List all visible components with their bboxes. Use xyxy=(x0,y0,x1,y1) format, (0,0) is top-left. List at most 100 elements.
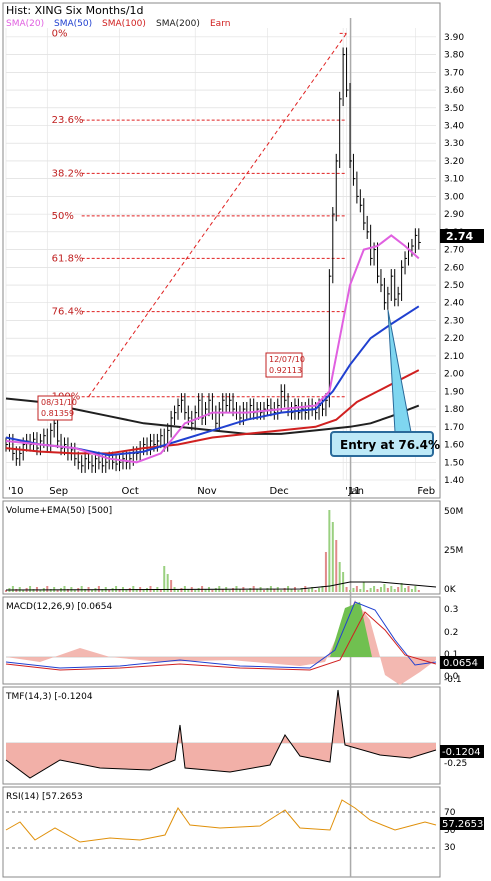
volume-bar-102 xyxy=(355,586,358,592)
note-box-1: 08/31/10 0.81359 xyxy=(37,395,77,421)
x-tick-label-6: Jan xyxy=(348,486,364,497)
volume-bar-110 xyxy=(383,584,386,592)
volume-bar-27 xyxy=(97,586,100,592)
y-tick-label-1: 1.50 xyxy=(444,458,464,468)
x-tick-label-1: Sep xyxy=(49,486,68,497)
volume-panel-title: Volume+EMA(50) [500] xyxy=(6,506,112,516)
volume-bar-48 xyxy=(170,580,173,592)
volume-bar-2 xyxy=(11,586,14,592)
y-tick-label-20: 3.40 xyxy=(444,121,464,131)
volume-bar-88 xyxy=(307,589,310,592)
y-tick-label-22: 3.60 xyxy=(444,86,464,96)
volume-bar-37 xyxy=(132,586,135,592)
volume-bar-60 xyxy=(211,590,214,592)
y-tick-label-12: 2.60 xyxy=(444,263,464,273)
volume-bar-42 xyxy=(149,586,152,592)
stock-chart: 1.40 1.50 1.60 1.70 1.80 1.90 2.00 2.10 2.20 2.30… xyxy=(2,2,484,878)
volume-bar-95 xyxy=(331,522,334,592)
volume-bar-112 xyxy=(390,586,393,592)
fib-label-5: 76.4% xyxy=(52,307,84,318)
volume-bar-7 xyxy=(29,586,32,592)
volume-bar-109 xyxy=(379,587,382,592)
volume-bar-71 xyxy=(249,588,252,592)
y-tick-label-16: 3.00 xyxy=(444,192,464,202)
volume-bar-70 xyxy=(245,590,248,592)
volume-bar-111 xyxy=(386,588,389,592)
fib-label-0: 0% xyxy=(52,28,68,39)
volume-bar-104 xyxy=(362,582,365,592)
volume-bar-61 xyxy=(214,588,217,592)
volume-axis-label-1: 25M xyxy=(444,546,463,556)
volume-bar-101 xyxy=(352,588,355,592)
volume-bar-30 xyxy=(108,590,111,592)
chart-stage: 1.40 1.50 1.60 1.70 1.80 1.90 2.00 2.10 2.20 2.30… xyxy=(0,0,491,881)
x-tick-label-3: Nov xyxy=(197,486,217,497)
macd-axis-label-0: 0.3 xyxy=(444,605,458,615)
volume-bar-65 xyxy=(228,590,231,592)
volume-bar-103 xyxy=(359,589,362,592)
volume-bar-108 xyxy=(376,589,379,592)
x-tick-label-0: '10 xyxy=(8,486,23,497)
x-tick-label-4: Dec xyxy=(269,486,288,497)
volume-bar-12 xyxy=(46,586,49,592)
volume-bar-85 xyxy=(297,590,300,592)
y-tick-label-24: 3.80 xyxy=(444,51,464,61)
volume-bar-97 xyxy=(338,562,341,592)
volume-bar-113 xyxy=(393,589,396,592)
entry-callout-text: Entry at 76.4% xyxy=(340,438,440,452)
volume-bar-119 xyxy=(414,586,417,592)
volume-bar-99 xyxy=(345,587,348,592)
volume-bar-35 xyxy=(125,590,128,592)
volume-bar-76 xyxy=(266,588,269,592)
macd-last-value: 0.0654 xyxy=(443,658,478,669)
y-tick-label-11: 2.50 xyxy=(444,281,464,291)
volume-bar-56 xyxy=(197,588,200,592)
volume-bar-94 xyxy=(328,510,331,592)
note-2-value: 0.92113 xyxy=(269,366,302,375)
y-tick-label-19: 3.30 xyxy=(444,139,464,149)
y-tick-label-10: 2.40 xyxy=(444,299,464,309)
tmf-last-value: -0.1204 xyxy=(442,747,481,758)
volume-bar-91 xyxy=(318,588,321,592)
volume-bar-22 xyxy=(80,586,83,592)
rsi-axis-label-2: 30 xyxy=(444,843,456,853)
last-price-value: 2.74 xyxy=(446,230,473,243)
y-tick-label-8: 2.20 xyxy=(444,334,464,344)
volume-bar-51 xyxy=(180,588,183,592)
y-tick-label-13: 2.70 xyxy=(444,246,464,256)
legend-item-4: Earn xyxy=(210,19,230,29)
y-tick-label-25: 3.90 xyxy=(444,33,464,43)
x-tick-label-2: Oct xyxy=(122,486,139,497)
last-price-badge: 2.74 xyxy=(440,229,484,243)
y-tick-label-18: 3.20 xyxy=(444,157,464,167)
volume-bar-46 xyxy=(163,566,166,592)
note-1-date: 08/31/10 xyxy=(41,398,77,407)
volume-bar-40 xyxy=(142,590,145,592)
fib-label-1: 23.6% xyxy=(52,115,84,126)
volume-bar-118 xyxy=(410,589,413,592)
y-tick-label-4: 1.80 xyxy=(444,405,464,415)
volume-bar-45 xyxy=(159,590,162,592)
fib-label-3: 50% xyxy=(52,211,74,222)
volume-bar-98 xyxy=(342,572,345,592)
volume-bar-80 xyxy=(280,590,283,592)
price-y-axis: 1.40 1.50 1.60 1.70 1.80 1.90 2.00 2.10 2.20 2.30… xyxy=(444,33,464,486)
volume-bar-116 xyxy=(404,588,407,592)
y-tick-label-21: 3.50 xyxy=(444,104,464,114)
volume-axis-label-0: 50M xyxy=(444,507,463,517)
rsi-panel-title: RSI(14) [57.2653 xyxy=(6,792,83,802)
macd-panel-title: MACD(12,26,9) [0.0654 xyxy=(6,602,112,612)
legend-item-2: SMA(100) xyxy=(102,19,146,29)
volume-bar-3 xyxy=(15,589,18,592)
volume-axis-label-2: 0K xyxy=(444,585,457,595)
y-tick-label-6: 2.00 xyxy=(444,370,464,380)
volume-bar-32 xyxy=(115,586,118,592)
y-tick-label-15: 2.90 xyxy=(444,210,464,220)
volume-bar-17 xyxy=(63,586,66,592)
note-1-value: 0.81359 xyxy=(41,409,74,418)
volume-bar-106 xyxy=(369,588,372,592)
legend: SMA(20) SMA(50) SMA(100) SMA(200) Earn xyxy=(6,19,230,29)
y-tick-label-9: 2.30 xyxy=(444,316,464,326)
volume-bar-75 xyxy=(263,590,265,592)
y-tick-label-23: 3.70 xyxy=(444,68,464,78)
